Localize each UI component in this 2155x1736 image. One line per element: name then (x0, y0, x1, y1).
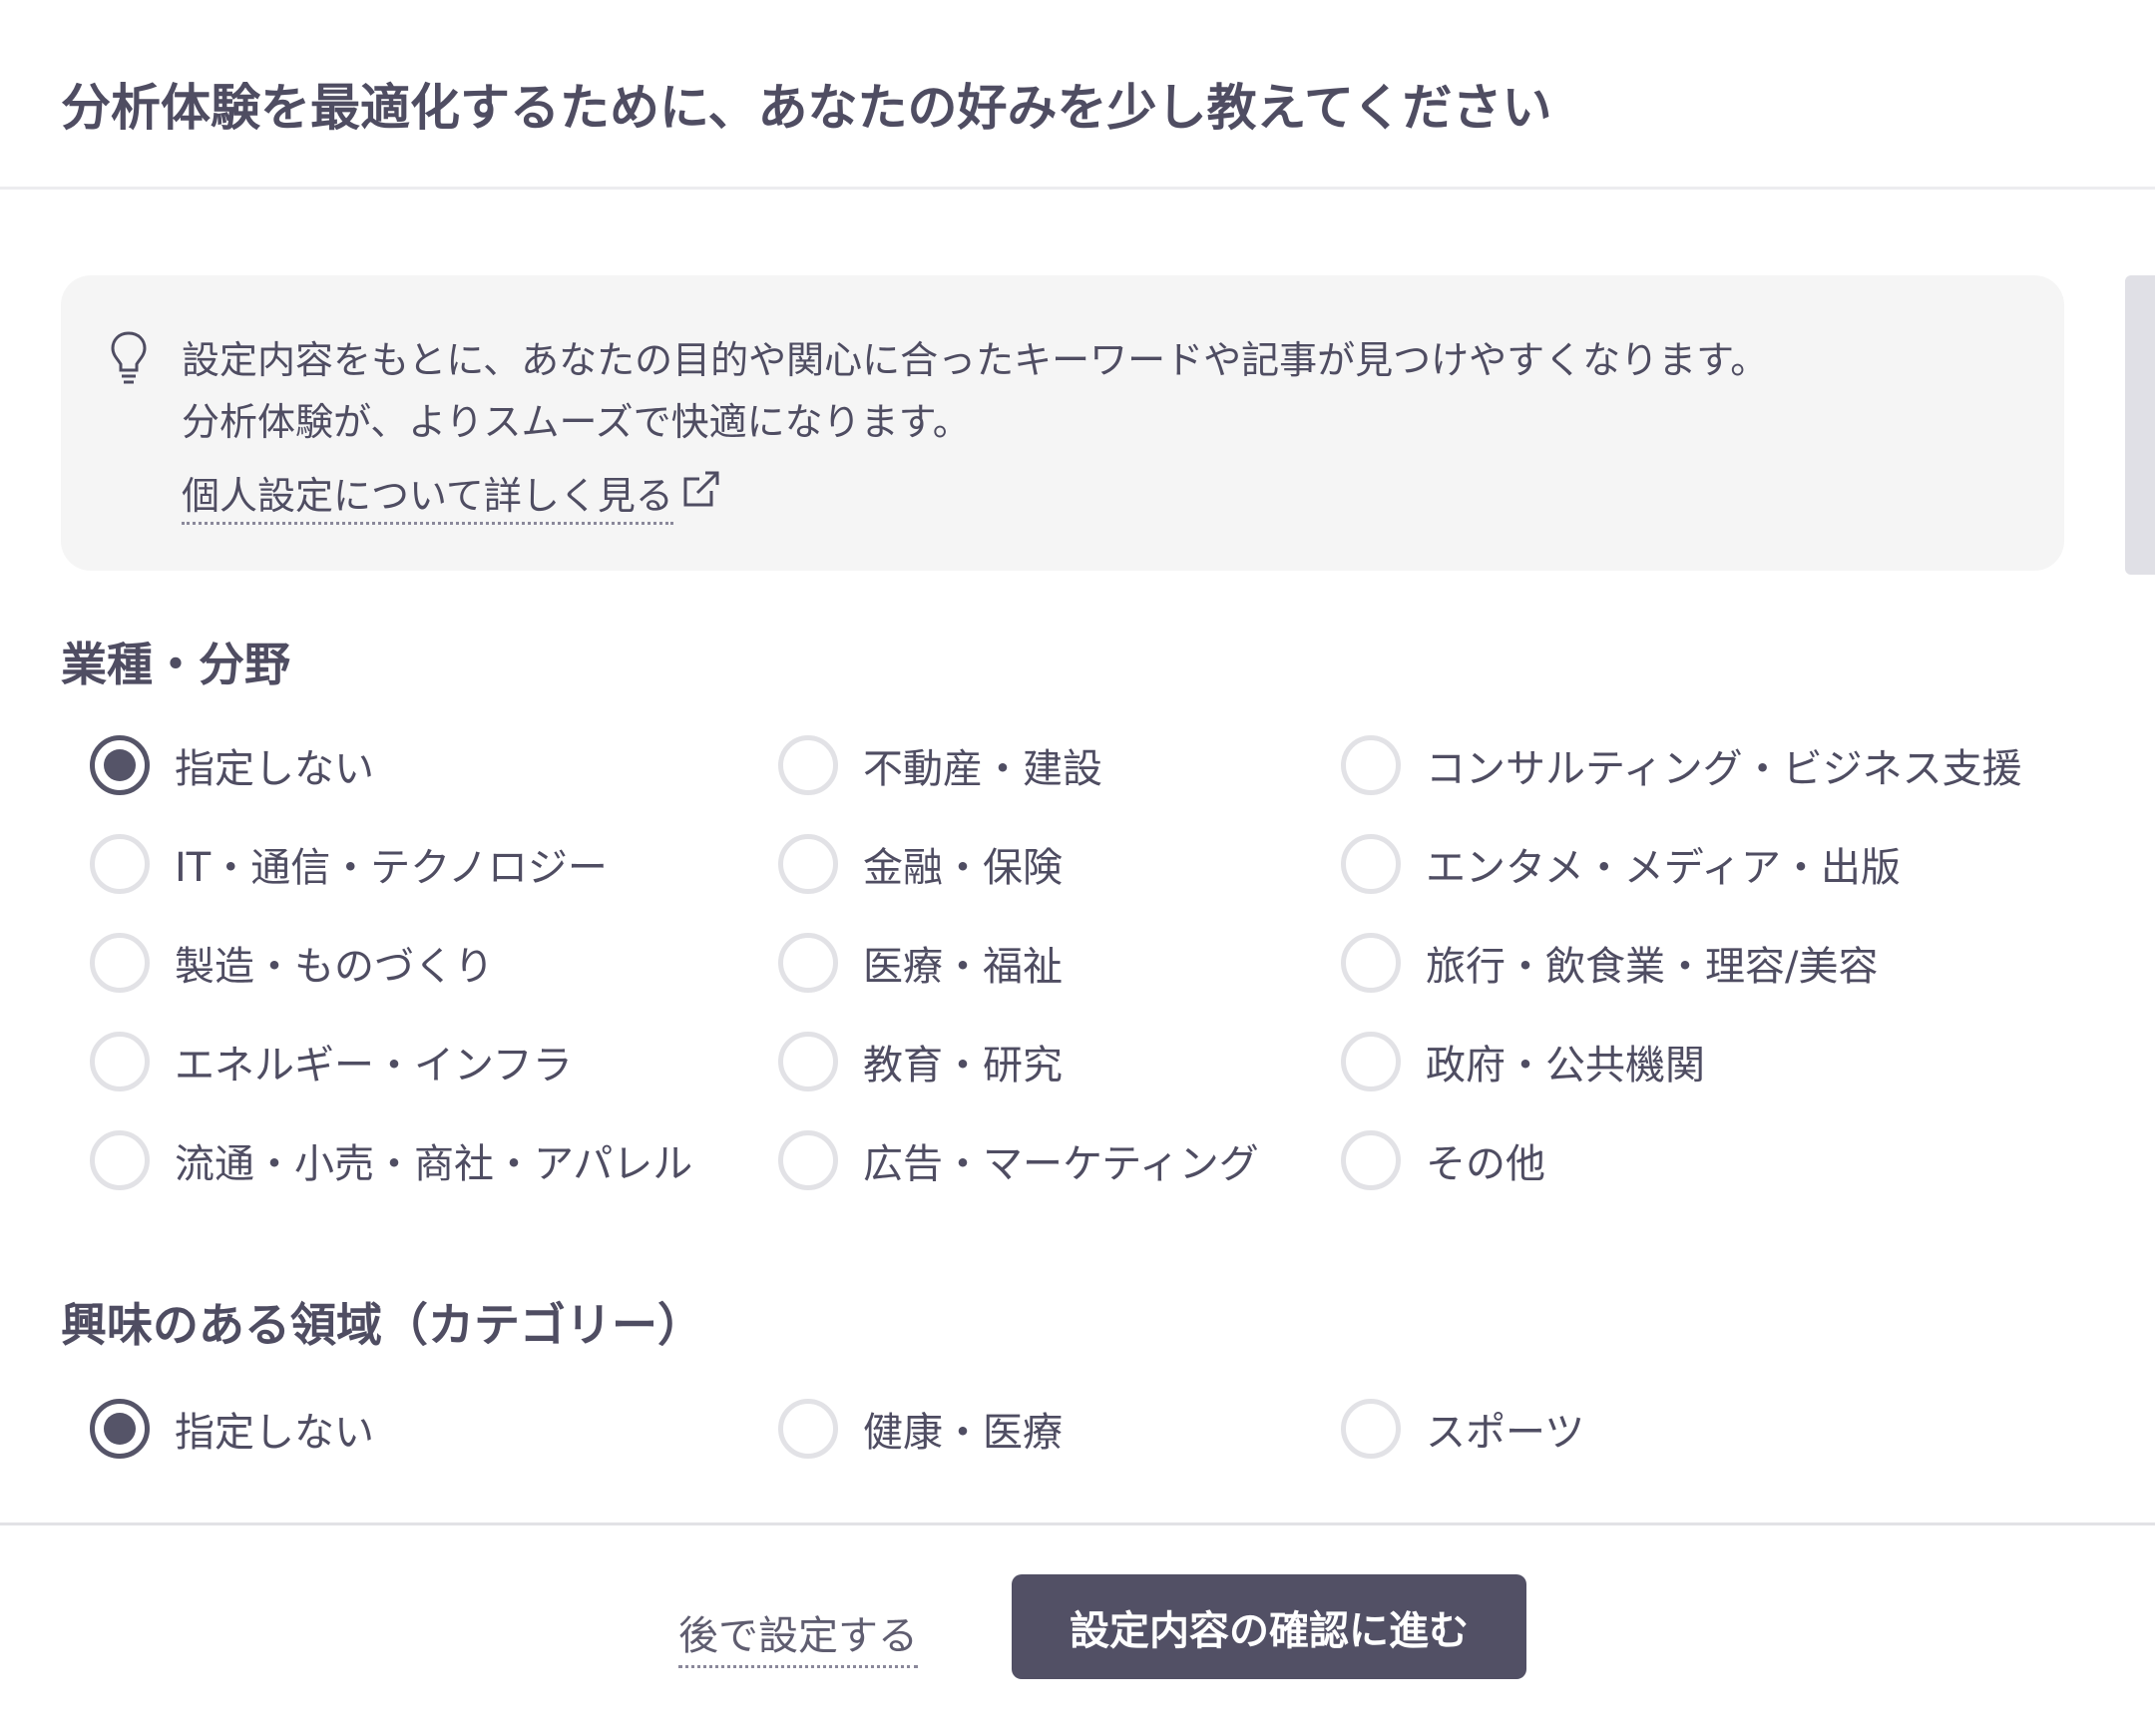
industry-option[interactable]: コンサルティング・ビジネス支援 (1341, 734, 2022, 796)
option-label: IT・通信・テクノロジー (175, 845, 608, 891)
radio-checked[interactable] (90, 735, 150, 795)
confirm-settings-button[interactable]: 設定内容の確認に進む (1012, 1574, 1526, 1679)
radio-unchecked[interactable] (778, 834, 838, 894)
radio-unchecked[interactable] (90, 933, 150, 993)
option-label: コンサルティング・ビジネス支援 (1426, 746, 2022, 792)
option-label: スポーツ (1426, 1410, 1585, 1456)
option-label: エネルギー・インフラ (175, 1043, 573, 1088)
option-label: 政府・公共機関 (1426, 1043, 1705, 1088)
radio-unchecked[interactable] (778, 1399, 838, 1459)
option-label: 指定しない (175, 1410, 374, 1456)
radio-unchecked[interactable] (1341, 1130, 1401, 1190)
option-label: 指定しない (175, 746, 374, 792)
radio-dot (104, 749, 136, 781)
industry-option[interactable]: 不動産・建設 (778, 734, 1102, 796)
option-label: 流通・小売・商社・アパレル (175, 1141, 693, 1187)
option-label: 広告・マーケティング (863, 1141, 1259, 1187)
interests-option[interactable]: 健康・医療 (778, 1398, 1063, 1460)
info-text-line-1: 設定内容をもとに、あなたの目的や関心に合ったキーワードや記事が見つけやすくなりま… (182, 338, 1769, 382)
industry-option[interactable]: その他 (1341, 1129, 1545, 1191)
option-label: 不動産・建設 (863, 746, 1102, 792)
radio-unchecked[interactable] (1341, 1032, 1401, 1091)
radio-checked[interactable] (90, 1399, 150, 1459)
interests-section-title: 興味のある領域（カテゴリー） (61, 1298, 703, 1352)
radio-unchecked[interactable] (1341, 735, 1401, 795)
info-box: 設定内容をもとに、あなたの目的や関心に合ったキーワードや記事が見つけやすくなりま… (61, 275, 2064, 571)
lightbulb-icon (111, 331, 147, 384)
radio-unchecked[interactable] (90, 1130, 150, 1190)
radio-unchecked[interactable] (778, 1130, 838, 1190)
industry-option[interactable]: 旅行・飲食業・理容/美容 (1341, 932, 1878, 994)
option-label: 教育・研究 (863, 1043, 1063, 1088)
details-link[interactable]: 個人設定について詳しく見る (182, 465, 723, 525)
modal-title: 分析体験を最適化するために、あなたの好みを少し教えてください (61, 79, 1552, 137)
preferences-modal: 分析体験を最適化するために、あなたの好みを少し教えてください 設定内容をもとに、… (0, 0, 2155, 1736)
radio-unchecked[interactable] (90, 834, 150, 894)
industry-option[interactable]: 政府・公共機関 (1341, 1031, 1705, 1092)
radio-unchecked[interactable] (1341, 1399, 1401, 1459)
industry-option[interactable]: IT・通信・テクノロジー (90, 833, 608, 895)
industry-section-title: 業種・分野 (61, 638, 290, 691)
industry-option[interactable]: 広告・マーケティング (778, 1129, 1259, 1191)
option-label: 金融・保険 (863, 845, 1063, 891)
interests-option[interactable]: スポーツ (1341, 1398, 1584, 1460)
option-label: 健康・医療 (863, 1410, 1063, 1456)
industry-option[interactable]: エンタメ・メディア・出版 (1341, 833, 1901, 895)
option-label: エンタメ・メディア・出版 (1426, 845, 1901, 891)
radio-unchecked[interactable] (778, 735, 838, 795)
details-link-label[interactable]: 個人設定について詳しく見る (182, 465, 673, 525)
modal-footer: 後で設定する 設定内容の確認に進む (0, 1522, 2155, 1736)
set-later-link[interactable]: 後で設定する (678, 1603, 918, 1668)
radio-unchecked[interactable] (90, 1032, 150, 1091)
industry-option[interactable]: 医療・福祉 (778, 932, 1063, 994)
radio-unchecked[interactable] (1341, 834, 1401, 894)
industry-option[interactable]: 指定しない (90, 734, 374, 796)
radio-unchecked[interactable] (778, 933, 838, 993)
industry-option[interactable]: 流通・小売・商社・アパレル (90, 1129, 692, 1191)
radio-dot (104, 1413, 136, 1445)
industry-option[interactable]: エネルギー・インフラ (90, 1031, 573, 1092)
industry-option[interactable]: 教育・研究 (778, 1031, 1063, 1092)
industry-option[interactable]: 製造・ものづくり (90, 932, 494, 994)
option-label: その他 (1426, 1141, 1545, 1187)
external-link-icon (683, 471, 719, 507)
scrollbar-thumb[interactable] (2125, 275, 2155, 575)
radio-unchecked[interactable] (778, 1032, 838, 1091)
option-label: 旅行・飲食業・理容/美容 (1426, 944, 1879, 990)
option-label: 製造・ものづくり (175, 944, 494, 990)
modal-header: 分析体験を最適化するために、あなたの好みを少し教えてください (0, 0, 2155, 190)
industry-option[interactable]: 金融・保険 (778, 833, 1063, 895)
info-text-line-2: 分析体験が、よりスムーズで快適になります。 (182, 400, 971, 444)
interests-option[interactable]: 指定しない (90, 1398, 374, 1460)
option-label: 医療・福祉 (863, 944, 1063, 990)
radio-unchecked[interactable] (1341, 933, 1401, 993)
